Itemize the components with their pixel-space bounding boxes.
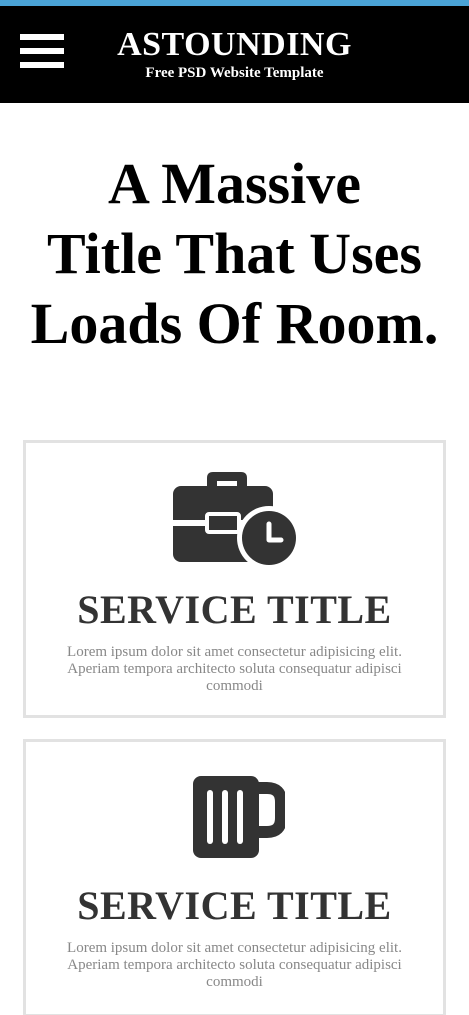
service-card: SERVICE TITLE Lorem ipsum dolor sit amet… [23, 440, 446, 718]
service-description: Lorem ipsum dolor sit amet consectetur a… [67, 644, 402, 694]
service-description: Lorem ipsum dolor sit amet consectetur a… [67, 940, 402, 990]
brand-title: ASTOUNDING [117, 26, 352, 63]
services-section: SERVICE TITLE Lorem ipsum dolor sit amet… [0, 440, 469, 1015]
hero-title-line: A Massive [108, 151, 361, 216]
brand-logo[interactable]: ASTOUNDING Free PSD Website Template [0, 26, 469, 82]
hero-title: A Massive Title That Uses Loads Of Room. [12, 149, 457, 359]
site-header: ASTOUNDING Free PSD Website Template [0, 6, 469, 103]
beer-mug-icon [192, 776, 285, 858]
briefcase-clock-icon [172, 472, 299, 570]
hero-title-line: Title That Uses [47, 221, 422, 286]
service-title: SERVICE TITLE [77, 587, 392, 632]
brand-tagline: Free PSD Website Template [145, 65, 324, 81]
hero-section: A Massive Title That Uses Loads Of Room. [0, 103, 469, 359]
hero-title-line: Loads Of Room. [30, 291, 439, 356]
service-title: SERVICE TITLE [77, 883, 392, 928]
service-card: SERVICE TITLE Lorem ipsum dolor sit amet… [23, 739, 446, 1015]
